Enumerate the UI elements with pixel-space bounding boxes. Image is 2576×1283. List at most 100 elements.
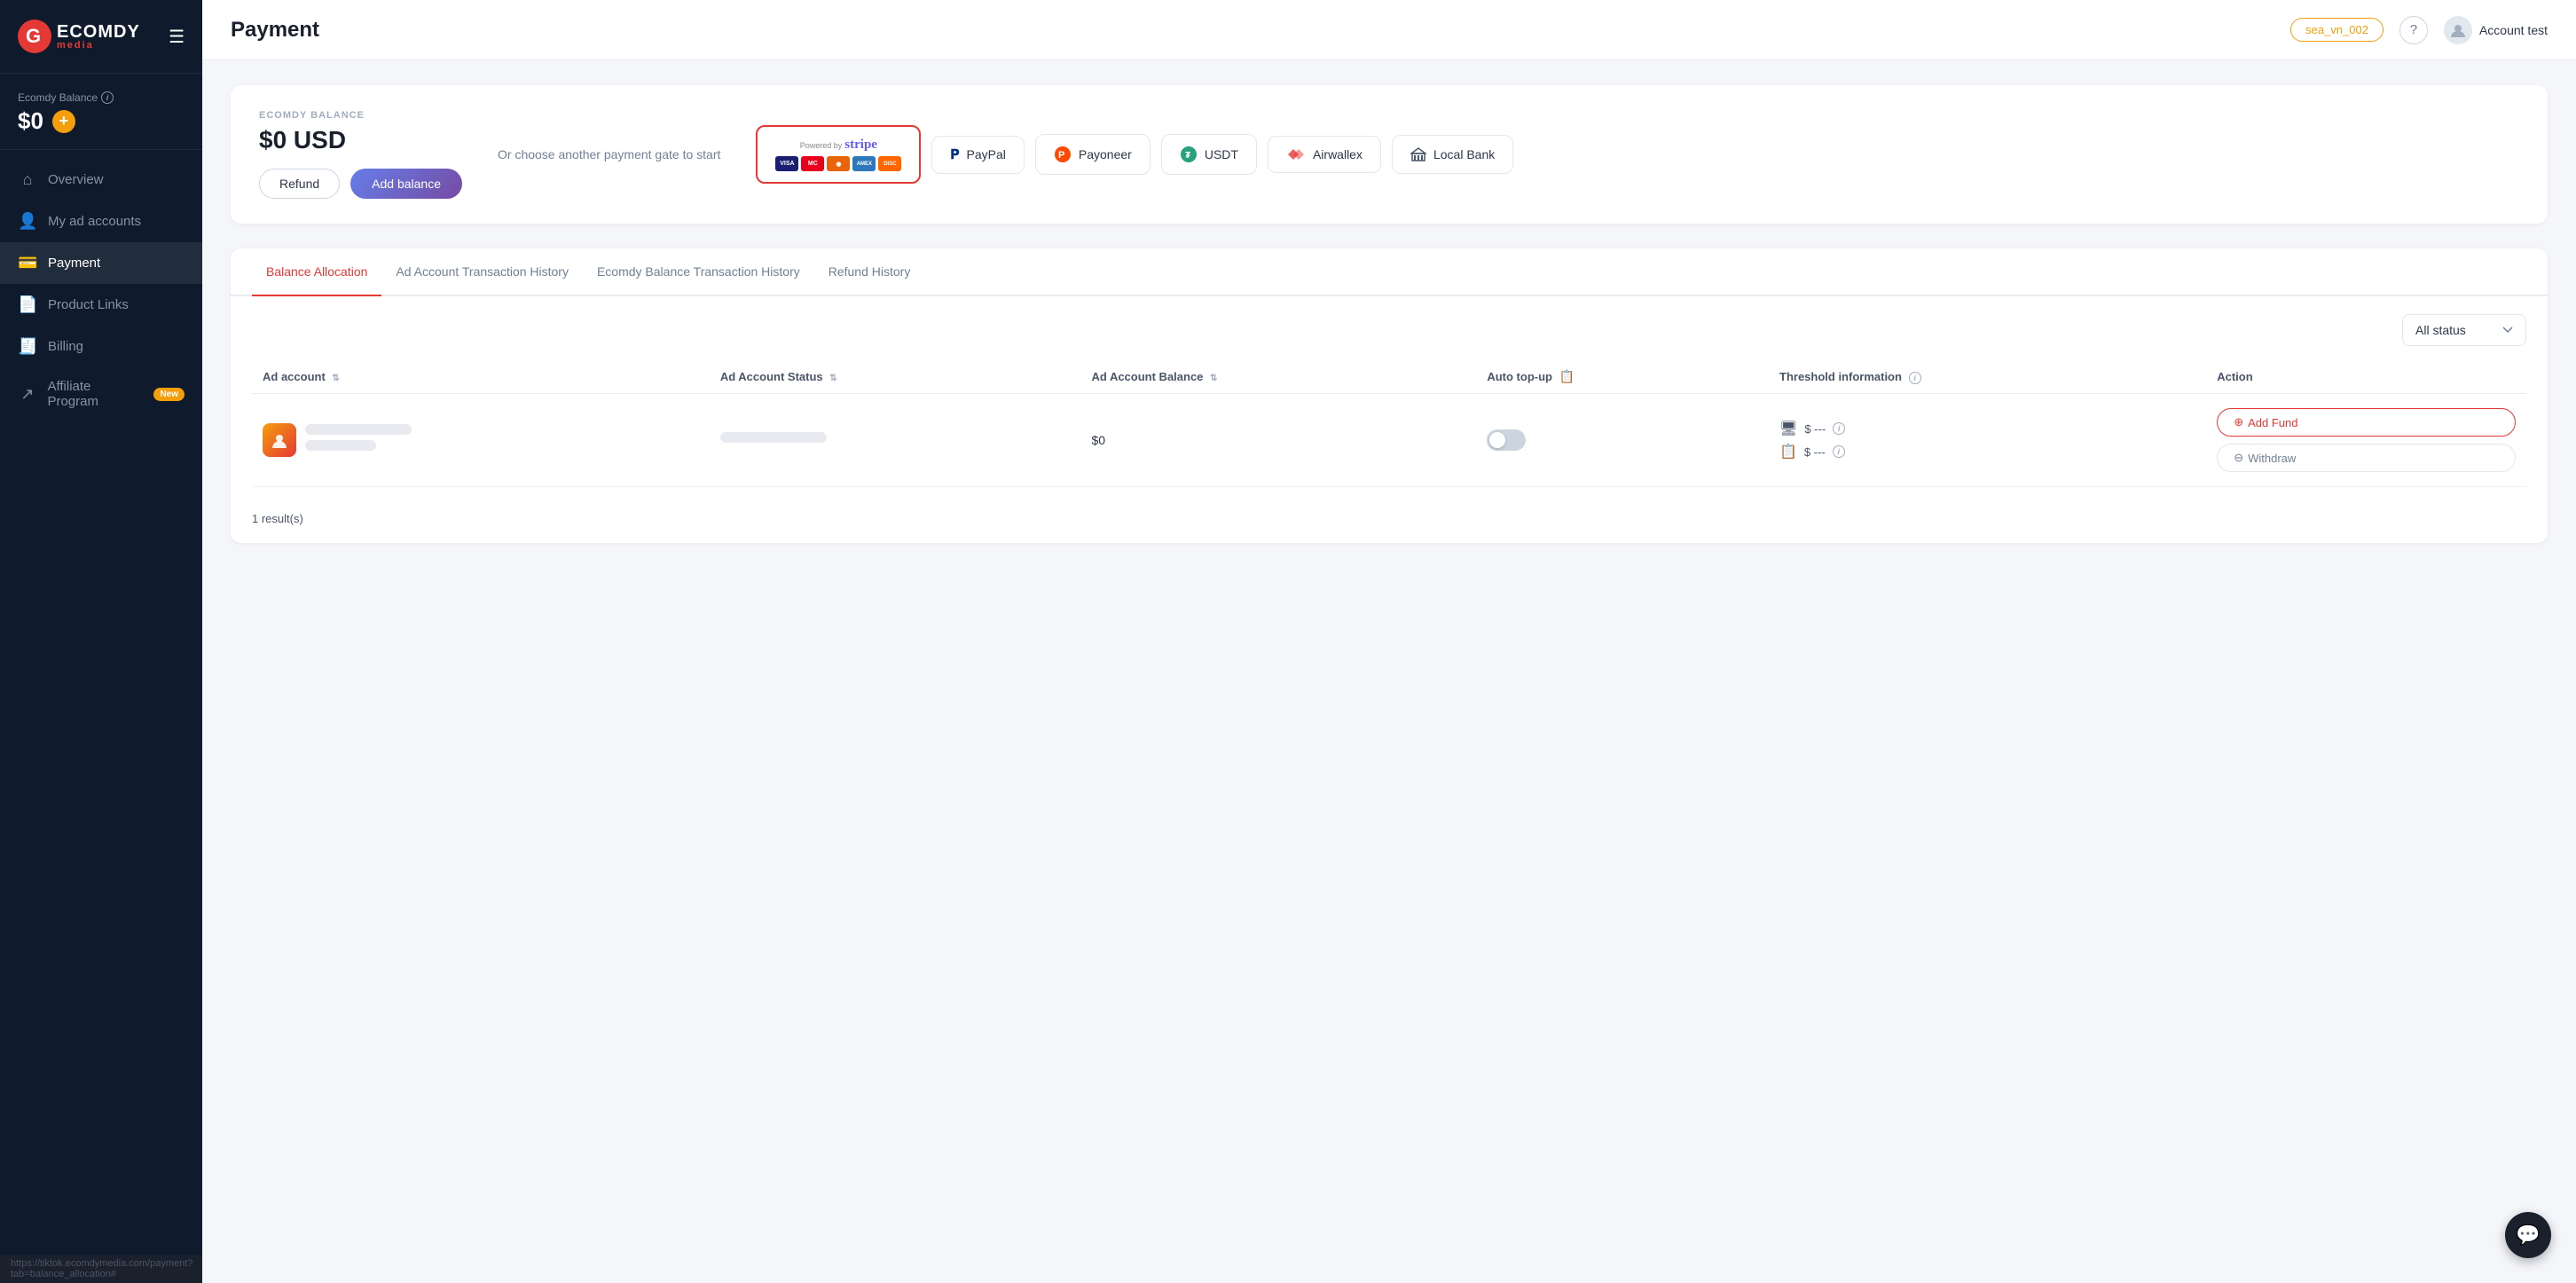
sidebar-item-product-links-label: Product Links xyxy=(48,297,129,312)
gate-local-bank[interactable]: Local Bank xyxy=(1392,135,1513,174)
stripe-cards: VISA MC ◉ AMEX DISC xyxy=(775,156,901,171)
ecomdy-balance-label: ECOMDY BALANCE xyxy=(259,110,462,121)
sidebar-item-my-ad-accounts-label: My ad accounts xyxy=(48,214,141,229)
sidebar-item-overview-label: Overview xyxy=(48,172,104,187)
threshold-row2-info-icon[interactable]: i xyxy=(1833,445,1845,458)
amex-icon: AMEX xyxy=(852,156,876,171)
table-footer: 1 result(s) xyxy=(231,501,2548,543)
gate-usdt-label: USDT xyxy=(1205,147,1238,161)
threshold-row-1: 🖥 $ --- i xyxy=(1779,420,2195,437)
add-balance-button[interactable]: Add balance xyxy=(350,169,462,199)
tabs-header: Balance Allocation Ad Account Transactio… xyxy=(231,248,2548,296)
stripe-brand-label: stripe xyxy=(844,138,877,153)
col-ad-account-status: Ad Account Status ⇅ xyxy=(710,360,1081,394)
col-action: Action xyxy=(2206,360,2526,394)
paypal-p-icon: 𝐏 xyxy=(950,147,959,162)
tabs-container: Balance Allocation Ad Account Transactio… xyxy=(231,248,2548,543)
ad-account-cell xyxy=(263,423,699,457)
sidebar-item-payment-label: Payment xyxy=(48,256,100,271)
balance-label: Ecomdy Balance i xyxy=(18,91,185,104)
sidebar-item-billing-label: Billing xyxy=(48,339,83,354)
auto-topup-toggle[interactable] xyxy=(1487,429,1526,451)
table-body: $0 🖥 $ --- i xyxy=(252,394,2526,487)
gate-usdt[interactable]: ₮ USDT xyxy=(1161,134,1257,175)
sidebar-item-my-ad-accounts[interactable]: 👤 My ad accounts xyxy=(0,201,202,242)
page-title: Payment xyxy=(231,18,319,43)
ad-account-info xyxy=(305,424,412,456)
col-ad-account-balance: Ad Account Balance ⇅ xyxy=(1080,360,1476,394)
airwallex-icon xyxy=(1286,147,1306,161)
action-cell: ⊕ Add Fund ⊖ Withdraw xyxy=(2217,408,2516,472)
account-badge[interactable]: sea_vn_002 xyxy=(2290,18,2384,42)
tab-ecomdy-balance-transaction[interactable]: Ecomdy Balance Transaction History xyxy=(583,248,814,296)
gate-airwallex[interactable]: Airwallex xyxy=(1268,136,1381,173)
gate-paypal-label: PayPal xyxy=(967,147,1006,161)
add-fund-button[interactable]: ⊕ Add Fund xyxy=(2217,408,2516,437)
ad-account-avatar xyxy=(263,423,296,457)
balance-info-icon[interactable]: i xyxy=(101,91,114,104)
overview-icon: ⌂ xyxy=(18,170,37,189)
tab-ad-account-transaction[interactable]: Ad Account Transaction History xyxy=(381,248,583,296)
sidebar-item-billing[interactable]: 🧾 Billing xyxy=(0,326,202,367)
billing-icon: 🧾 xyxy=(18,337,37,356)
url-bar: https://tiktok.ecomdymedia.com/payment?t… xyxy=(0,1255,202,1283)
mastercard-icon: MC xyxy=(801,156,824,171)
ecomdy-balance-amount: $0 USD xyxy=(259,126,462,154)
withdraw-icon: ⊖ xyxy=(2234,451,2243,465)
sort-icon-status: ⇅ xyxy=(829,374,836,383)
threshold-icon-2: 📋 xyxy=(1779,443,1797,460)
table-head: Ad account ⇅ Ad Account Status ⇅ Ad Acco… xyxy=(252,360,2526,394)
hamburger-icon[interactable]: ☰ xyxy=(169,26,185,48)
sidebar-item-overview[interactable]: ⌂ Overview xyxy=(0,159,202,201)
help-icon[interactable]: ? xyxy=(2399,16,2428,44)
sidebar-item-product-links[interactable]: 📄 Product Links xyxy=(0,284,202,326)
threshold-value-2: $ --- xyxy=(1804,445,1826,459)
chat-bubble[interactable]: 💬 xyxy=(2505,1212,2551,1258)
td-ad-account xyxy=(252,394,710,487)
td-threshold: 🖥 $ --- i 📋 $ --- i xyxy=(1769,394,2206,487)
skeleton-status xyxy=(720,432,827,443)
auto-topup-doc-icon[interactable]: 📋 xyxy=(1559,369,1575,383)
payment-icon: 💳 xyxy=(18,254,37,272)
logo-mark: G ECOMDY media xyxy=(18,20,140,53)
svg-text:P: P xyxy=(1058,150,1064,161)
tab-balance-allocation[interactable]: Balance Allocation xyxy=(252,248,381,296)
sort-icon-balance: ⇅ xyxy=(1210,374,1217,383)
gate-paypal[interactable]: 𝐏 PayPal xyxy=(931,136,1025,174)
status-filter[interactable]: All status Active Inactive xyxy=(2402,314,2526,346)
svg-text:₮: ₮ xyxy=(1185,151,1190,161)
results-count: 1 result(s) xyxy=(252,512,303,525)
gate-local-bank-label: Local Bank xyxy=(1433,147,1495,161)
threshold-info-icon[interactable]: i xyxy=(1909,372,1921,384)
threshold-row1-info-icon[interactable]: i xyxy=(1833,422,1845,435)
balance-allocation-table: Ad account ⇅ Ad Account Status ⇅ Ad Acco… xyxy=(252,360,2526,487)
payment-gates: Powered by stripe VISA MC ◉ AMEX DISC xyxy=(756,125,1513,184)
topbar: Payment sea_vn_002 ? Account test xyxy=(202,0,2576,60)
skeleton-account-name xyxy=(305,424,412,435)
svg-text:G: G xyxy=(26,25,41,47)
account-info[interactable]: Account test xyxy=(2444,16,2548,44)
withdraw-button[interactable]: ⊖ Withdraw xyxy=(2217,444,2516,472)
sidebar-item-payment[interactable]: 💳 Payment xyxy=(0,242,202,284)
account-name: Account test xyxy=(2479,23,2548,37)
gate-payoneer-label: Payoneer xyxy=(1079,147,1132,161)
gate-payoneer[interactable]: P Payoneer xyxy=(1035,134,1151,175)
mastercard2-icon: ◉ xyxy=(827,156,850,171)
threshold-icon-1: 🖥 xyxy=(1779,420,1797,437)
topbar-right: sea_vn_002 ? Account test xyxy=(2290,16,2548,44)
table-toolbar: All status Active Inactive xyxy=(231,296,2548,346)
payment-or-text: Or choose another payment gate to start xyxy=(498,147,720,161)
add-balance-sidebar-button[interactable]: + xyxy=(52,110,75,133)
col-ad-account: Ad account ⇅ xyxy=(252,360,710,394)
table-header-row: Ad account ⇅ Ad Account Status ⇅ Ad Acco… xyxy=(252,360,2526,394)
threshold-cell: 🖥 $ --- i 📋 $ --- i xyxy=(1779,420,2195,460)
payment-card: ECOMDY BALANCE $0 USD Refund Add balance… xyxy=(231,85,2548,224)
gate-stripe[interactable]: Powered by stripe VISA MC ◉ AMEX DISC xyxy=(756,125,921,184)
threshold-row-2: 📋 $ --- i xyxy=(1779,443,2195,460)
user-avatar-icon xyxy=(2450,22,2466,38)
refund-button[interactable]: Refund xyxy=(259,169,340,199)
td-auto-topup[interactable] xyxy=(1476,394,1769,487)
new-badge: New xyxy=(153,388,185,401)
tab-refund-history[interactable]: Refund History xyxy=(814,248,925,296)
sidebar-item-affiliate-program[interactable]: ↗ Affiliate Program New xyxy=(0,367,202,421)
